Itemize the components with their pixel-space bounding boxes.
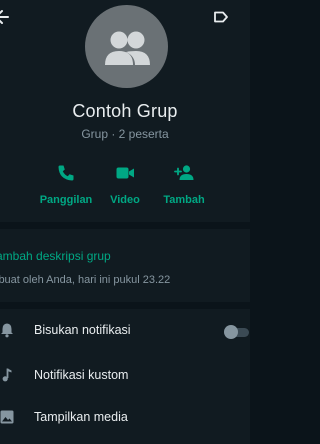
group-info-screen: Contoh Grup Grup · 2 peserta Panggilan V… (0, 0, 250, 444)
mute-notifications-row[interactable]: Bisukan notifikasi (0, 310, 250, 352)
arrow-back-icon (0, 10, 9, 24)
label-icon (214, 11, 228, 23)
image-icon (0, 410, 14, 424)
group-subtitle: Grup · 2 peserta (81, 127, 169, 141)
label-button[interactable] (212, 8, 230, 26)
group-avatar[interactable] (85, 5, 168, 88)
show-media-label: Tampilkan media (34, 410, 128, 424)
group-description-card: ambah deskripsi grup ibuat oleh Anda, ha… (0, 229, 250, 302)
video-icon (116, 167, 134, 179)
mute-toggle[interactable] (224, 325, 250, 339)
custom-notifications-row[interactable]: Notifikasi kustom (0, 355, 250, 397)
custom-notifications-label: Notifikasi kustom (34, 368, 129, 382)
mute-toggle-knob (224, 325, 238, 339)
group-name[interactable]: Contoh Grup (0, 101, 250, 122)
phone-icon (58, 165, 74, 181)
add-description-link[interactable]: ambah deskripsi grup (0, 249, 111, 263)
group-header-card: Contoh Grup Grup · 2 peserta Panggilan V… (0, 0, 250, 222)
mute-notifications-label: Bisukan notifikasi (34, 323, 131, 337)
back-button[interactable] (0, 8, 12, 26)
music-note-icon (2, 368, 12, 382)
settings-card: Bisukan notifikasi Notifikasi kustom Tam… (0, 309, 250, 444)
add-person-icon (174, 165, 194, 180)
add-action-label: Tambah (163, 194, 205, 206)
add-action-button[interactable]: Tambah (149, 161, 219, 211)
show-media-row[interactable]: Tampilkan media (0, 397, 250, 439)
bell-icon (1, 323, 13, 338)
created-info: ibuat oleh Anda, hari ini pukul 23.22 (0, 274, 171, 286)
group-avatar-icon (105, 31, 150, 65)
